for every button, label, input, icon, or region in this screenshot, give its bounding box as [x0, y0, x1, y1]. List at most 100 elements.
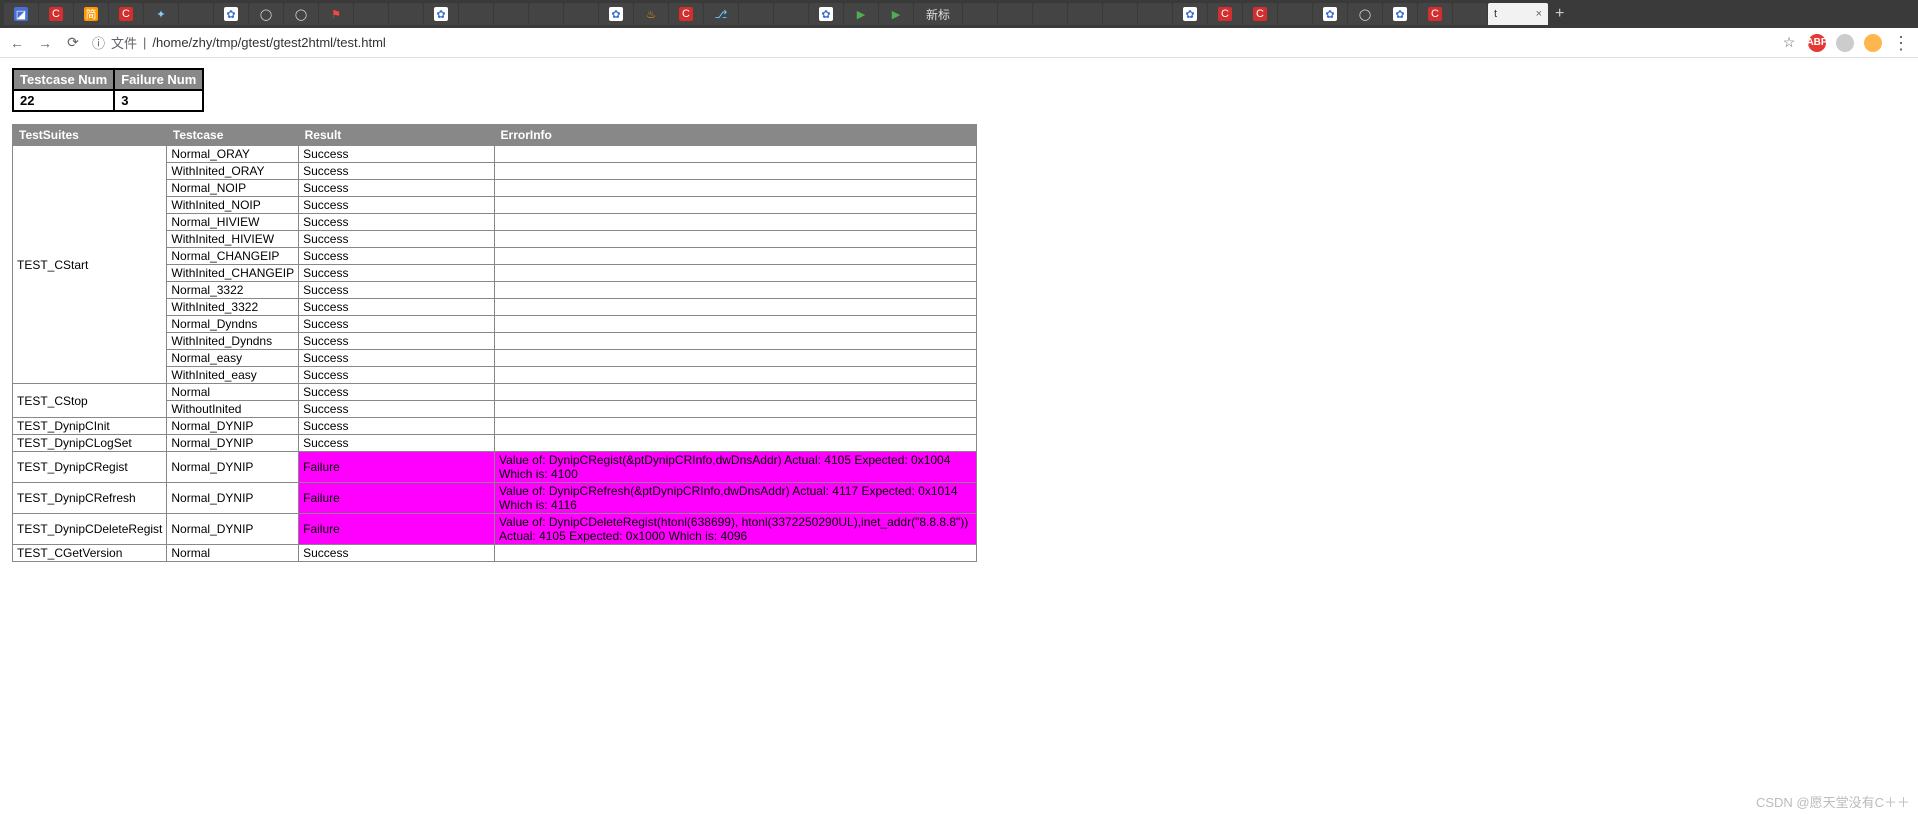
forward-button[interactable]: →	[36, 34, 54, 52]
tab-favicon-icon: C	[1218, 7, 1232, 21]
url-input[interactable]: ⓘ 文件 | /home/zhy/tmp/gtest/gtest2html/te…	[92, 33, 1770, 52]
browser-tab[interactable]: ✿	[599, 3, 633, 25]
browser-tab[interactable]	[389, 3, 423, 25]
browser-tab[interactable]: ◯	[284, 3, 318, 25]
testcase-name-cell: Normal_3322	[167, 282, 299, 299]
browser-tab[interactable]	[494, 3, 528, 25]
browser-tab[interactable]: C	[109, 3, 143, 25]
result-cell: Success	[299, 384, 495, 401]
browser-tab[interactable]: ⎇	[704, 3, 738, 25]
testcase-name-cell: WithoutInited	[167, 401, 299, 418]
summary-table: Testcase Num Failure Num 22 3	[12, 68, 204, 112]
suite-name-cell: TEST_CStart	[13, 146, 167, 384]
result-cell: Failure	[299, 483, 495, 514]
browser-tab[interactable]	[1453, 3, 1487, 25]
tab-favicon-icon	[1113, 7, 1127, 21]
errorinfo-cell	[495, 231, 977, 248]
browser-tab[interactable]: ♨	[634, 3, 668, 25]
tab-favicon-icon: ⚑	[329, 7, 343, 21]
tab-favicon-icon	[1008, 7, 1022, 21]
browser-tab[interactable]: ✿	[424, 3, 458, 25]
testcase-name-cell: WithInited_CHANGEIP	[167, 265, 299, 282]
browser-tab[interactable]: ▶	[844, 3, 878, 25]
browser-tab[interactable]	[1103, 3, 1137, 25]
result-cell: Success	[299, 282, 495, 299]
browser-tab[interactable]	[564, 3, 598, 25]
browser-tab[interactable]: ⚑	[319, 3, 353, 25]
reload-button[interactable]: ⟳	[64, 34, 82, 52]
tab-favicon-icon: C	[1428, 7, 1442, 21]
browser-tab[interactable]: ✿	[809, 3, 843, 25]
browser-tab[interactable]: ✦	[144, 3, 178, 25]
testcase-name-cell: Normal_NOIP	[167, 180, 299, 197]
result-cell: Success	[299, 418, 495, 435]
testcase-name-cell: Normal	[167, 384, 299, 401]
browser-tab[interactable]: ✿	[1383, 3, 1417, 25]
errorinfo-cell	[495, 384, 977, 401]
close-icon[interactable]: ×	[1536, 8, 1542, 20]
errorinfo-cell	[495, 418, 977, 435]
browser-tab[interactable]	[1278, 3, 1312, 25]
new-tab-button[interactable]: +	[1555, 5, 1564, 23]
errorinfo-cell	[495, 316, 977, 333]
browser-tab[interactable]	[459, 3, 493, 25]
browser-tab[interactable]: ◯	[1348, 3, 1382, 25]
result-cell: Success	[299, 180, 495, 197]
testcase-name-cell: Normal_Dyndns	[167, 316, 299, 333]
browser-tab[interactable]: C	[1243, 3, 1277, 25]
browser-tab[interactable]	[179, 3, 213, 25]
browser-tab[interactable]	[739, 3, 773, 25]
browser-tab[interactable]: ▶	[879, 3, 913, 25]
tab-favicon-icon	[189, 7, 203, 21]
browser-tab[interactable]: C	[1208, 3, 1242, 25]
star-icon[interactable]: ☆	[1780, 34, 1798, 52]
browser-tab[interactable]: 新标	[914, 3, 962, 25]
tab-favicon-icon: ♨	[644, 7, 658, 21]
browser-tab[interactable]	[963, 3, 997, 25]
watermark: CSDN @愿天堂没有C＋＋	[1756, 792, 1910, 811]
profile-avatar-icon[interactable]	[1864, 34, 1882, 52]
browser-tab[interactable]: ✿	[1173, 3, 1207, 25]
info-icon[interactable]: ⓘ	[92, 33, 105, 52]
browser-tab[interactable]	[998, 3, 1032, 25]
browser-tab[interactable]: C	[39, 3, 73, 25]
errorinfo-cell	[495, 545, 977, 562]
tab-favicon-icon: C	[679, 7, 693, 21]
browser-tab[interactable]	[774, 3, 808, 25]
testcase-name-cell: Normal_DYNIP	[167, 514, 299, 545]
browser-tab[interactable]: C	[669, 3, 703, 25]
browser-tab-active[interactable]: t×	[1488, 3, 1548, 25]
testcase-name-cell: Normal_DYNIP	[167, 452, 299, 483]
extension-icon[interactable]	[1836, 34, 1854, 52]
browser-tab[interactable]: 简	[74, 3, 108, 25]
browser-menu-icon[interactable]: ⋮	[1892, 34, 1910, 52]
browser-tab[interactable]: ✿	[1313, 3, 1347, 25]
table-row: TEST_DynipCDeleteRegistNormal_DYNIPFailu…	[13, 514, 977, 545]
browser-tab[interactable]	[354, 3, 388, 25]
tab-favicon-icon	[1148, 7, 1162, 21]
browser-tabs-bar: ◪C简C✦✿◯◯⚑✿✿♨C⎇✿▶▶新标✿CC✿◯✿Ct×+	[0, 0, 1918, 28]
tab-favicon-icon: ◪	[14, 7, 28, 21]
errorinfo-cell	[495, 367, 977, 384]
errorinfo-cell	[495, 282, 977, 299]
browser-tab[interactable]: ◪	[4, 3, 38, 25]
tab-favicon-icon	[504, 7, 518, 21]
th-case: Testcase	[167, 125, 299, 146]
browser-tab[interactable]: C	[1418, 3, 1452, 25]
tab-favicon-icon: ✿	[819, 7, 833, 21]
browser-tab[interactable]	[1033, 3, 1067, 25]
browser-tab[interactable]	[1138, 3, 1172, 25]
browser-tab[interactable]	[1068, 3, 1102, 25]
browser-tab[interactable]: ✿	[214, 3, 248, 25]
errorinfo-cell: Value of: DynipCRefresh(&ptDynipCRInfo,d…	[495, 483, 977, 514]
results-table: TestSuites Testcase Result ErrorInfo TES…	[12, 124, 977, 562]
summary-value-failure: 3	[114, 90, 203, 111]
browser-tab[interactable]: ◯	[249, 3, 283, 25]
browser-tab[interactable]	[529, 3, 563, 25]
abp-icon[interactable]: ABP	[1808, 34, 1826, 52]
table-row: TEST_CStopNormalSuccess	[13, 384, 977, 401]
errorinfo-cell	[495, 197, 977, 214]
tab-favicon-icon	[784, 7, 798, 21]
tab-favicon-icon	[469, 7, 483, 21]
back-button[interactable]: ←	[8, 34, 26, 52]
